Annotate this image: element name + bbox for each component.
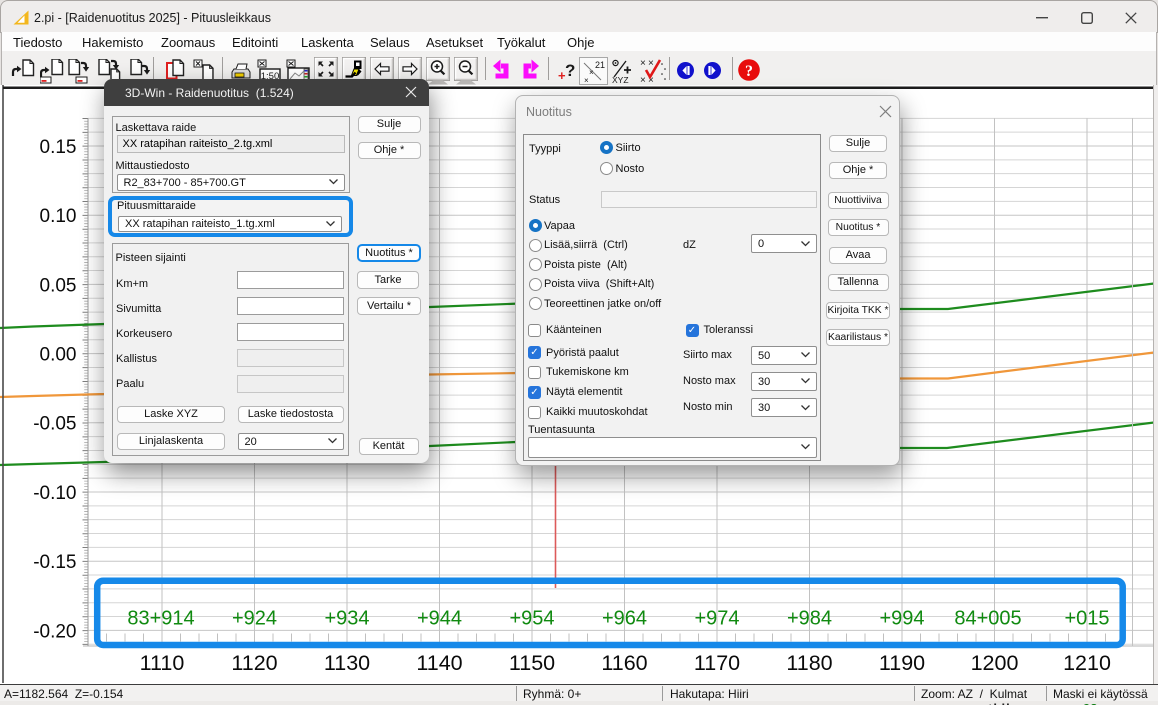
svg-text:84+005: 84+005 bbox=[954, 608, 1021, 630]
svg-text:?: ? bbox=[745, 63, 753, 80]
svg-text:×: × bbox=[648, 58, 654, 69]
svg-text:+994: +994 bbox=[879, 608, 924, 630]
svg-text:×: × bbox=[640, 58, 646, 69]
svg-text:1160: 1160 bbox=[601, 651, 647, 675]
svg-text:+924: +924 bbox=[232, 608, 277, 630]
svg-text:-0.10: -0.10 bbox=[33, 483, 76, 504]
svg-text:1180: 1180 bbox=[786, 651, 832, 675]
svg-text:1200: 1200 bbox=[971, 651, 1019, 675]
svg-text:1190: 1190 bbox=[879, 651, 925, 675]
svg-text:1110: 1110 bbox=[140, 651, 185, 675]
svg-text:-0.05: -0.05 bbox=[33, 414, 76, 435]
svg-text:+934: +934 bbox=[324, 608, 369, 630]
svg-text:+974: +974 bbox=[694, 608, 739, 630]
svg-text:83+914: 83+914 bbox=[127, 608, 194, 630]
svg-text:+954: +954 bbox=[509, 608, 554, 630]
svg-text:0.05: 0.05 bbox=[40, 275, 77, 296]
svg-text:1140: 1140 bbox=[416, 651, 462, 675]
svg-text:+015: +015 bbox=[1064, 608, 1109, 630]
svg-text:-0.20: -0.20 bbox=[33, 621, 76, 642]
svg-text:+984: +984 bbox=[787, 608, 832, 630]
svg-text:1210: 1210 bbox=[1063, 651, 1111, 675]
svg-text:+944: +944 bbox=[417, 608, 462, 630]
svg-text:1170: 1170 bbox=[694, 651, 740, 675]
svg-text:×: × bbox=[589, 68, 594, 77]
svg-text:21: 21 bbox=[595, 60, 605, 70]
svg-text:XYZ: XYZ bbox=[612, 75, 629, 85]
svg-text:-0.15: -0.15 bbox=[33, 552, 76, 573]
svg-text:?: ? bbox=[565, 61, 575, 80]
svg-text:×: × bbox=[640, 75, 646, 85]
svg-text:1150: 1150 bbox=[509, 651, 555, 675]
svg-text:1120: 1120 bbox=[231, 651, 277, 675]
svg-text:×: × bbox=[584, 76, 589, 85]
svg-text:0.10: 0.10 bbox=[40, 206, 77, 227]
svg-text:0.15: 0.15 bbox=[40, 137, 77, 158]
svg-text:+964: +964 bbox=[602, 608, 647, 630]
svg-text:0.00: 0.00 bbox=[40, 345, 77, 366]
svg-text:1130: 1130 bbox=[324, 651, 370, 675]
